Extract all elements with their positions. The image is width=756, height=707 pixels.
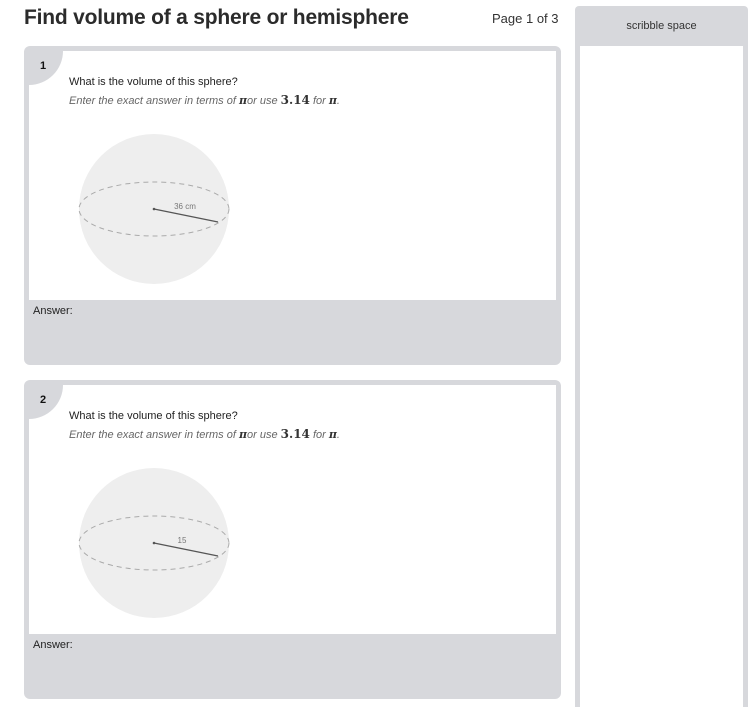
- hint-middle: or use: [247, 429, 281, 441]
- worksheet-title: Find volume of a sphere or hemisphere: [24, 6, 409, 29]
- pi-symbol: π: [328, 428, 337, 441]
- question-number-badge: 2: [29, 385, 63, 419]
- question-hint: Enter the exact answer in terms of πor u…: [69, 93, 340, 107]
- question-card: 1 What is the volume of this sphere? Ent…: [24, 46, 561, 365]
- sphere-diagram: 15: [78, 468, 230, 618]
- pi-symbol: π: [328, 94, 337, 107]
- hint-suffix: for: [309, 429, 329, 441]
- center-point: [152, 541, 156, 545]
- pi-symbol: π: [238, 94, 248, 107]
- question-body: 1 What is the volume of this sphere? Ent…: [29, 51, 556, 300]
- hint-end: .: [336, 429, 340, 441]
- sphere-diagram: 36 cm: [78, 134, 230, 284]
- question-text: What is the volume of this sphere?: [69, 410, 238, 422]
- answer-label: Answer:: [33, 305, 73, 317]
- question-hint: Enter the exact answer in terms of πor u…: [69, 427, 340, 441]
- page-indicator: Page 1 of 3: [492, 11, 559, 26]
- hint-end: .: [336, 95, 340, 107]
- pi-approx-value: 3.14: [280, 93, 310, 107]
- radius-label: 36 cm: [174, 202, 196, 211]
- question-number: 2: [40, 394, 47, 406]
- scribble-label: scribble space: [626, 20, 697, 32]
- pi-symbol: π: [238, 428, 248, 441]
- scribble-panel: scribble space: [575, 6, 748, 707]
- hint-middle: or use: [247, 95, 281, 107]
- hint-suffix: for: [309, 95, 329, 107]
- question-body: 2 What is the volume of this sphere? Ent…: [29, 385, 556, 634]
- question-number-badge: 1: [29, 51, 63, 85]
- hint-prefix: Enter the exact answer in terms of: [69, 95, 239, 107]
- center-point: [152, 207, 156, 211]
- radius-label: 15: [178, 536, 187, 545]
- question-text: What is the volume of this sphere?: [69, 76, 238, 88]
- hint-prefix: Enter the exact answer in terms of: [69, 429, 239, 441]
- scribble-area[interactable]: [580, 46, 743, 707]
- pi-approx-value: 3.14: [280, 427, 310, 441]
- answer-label: Answer:: [33, 639, 73, 651]
- question-card: 2 What is the volume of this sphere? Ent…: [24, 380, 561, 699]
- question-number: 1: [40, 60, 47, 72]
